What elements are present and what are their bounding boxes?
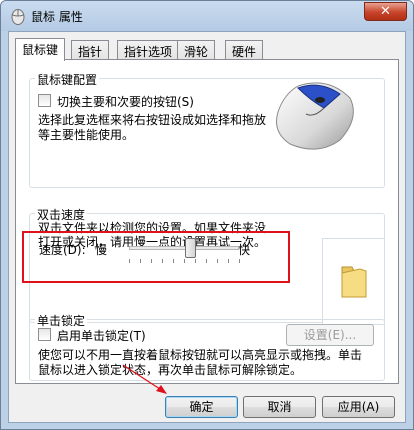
mouse-icon — [11, 9, 25, 25]
mouse-properties-window: 鼠标 属性 ✕ 鼠标键 指针 指针选项 滑轮 硬件 鼠标键配置 切换主要和次要的… — [0, 0, 414, 430]
slider-tick — [239, 259, 240, 263]
button-config-desc-2: 等主要性能使用。 — [38, 128, 135, 142]
tab-hardware[interactable]: 硬件 — [225, 40, 264, 60]
slider-tick — [129, 259, 130, 263]
fast-label: 快 — [238, 243, 251, 257]
switch-buttons-label[interactable]: 切换主要和次要的按钮(S) — [57, 93, 194, 110]
button-config-title: 鼠标键配置 — [35, 71, 100, 88]
slider-tick — [217, 259, 218, 263]
slider-tick — [151, 259, 152, 263]
speed-slider-thumb[interactable] — [184, 238, 196, 258]
close-button[interactable]: ✕ — [364, 2, 407, 21]
slider-tick — [162, 259, 163, 263]
click-lock-desc-1: 使您可以不用一直按着鼠标按钮就可以高亮显示或拖拽。单击 — [38, 348, 363, 362]
speed-label: 速度(D): — [39, 243, 86, 257]
test-folder-area[interactable] — [322, 238, 385, 325]
slider-tick — [228, 259, 229, 263]
button-config-desc-1: 选择此复选框来将右按钮设成如选择和拖放 — [38, 113, 267, 127]
tab-wheel[interactable]: 滑轮 — [177, 40, 216, 60]
tab-pointers[interactable]: 指针 — [71, 40, 110, 60]
folder-icon[interactable] — [338, 263, 370, 299]
tab-panel-buttons: 鼠标键配置 切换主要和次要的按钮(S) 选择此复选框来将右按钮设成如选择和拖放 … — [15, 59, 399, 384]
click-lock-label[interactable]: 启用单击锁定(T) — [57, 327, 146, 344]
cancel-button[interactable]: 取消 — [243, 396, 316, 418]
slider-tick — [184, 259, 185, 263]
tab-buttons[interactable]: 鼠标键 — [15, 38, 66, 61]
click-lock-checkbox[interactable] — [38, 328, 51, 341]
title-bar: 鼠标 属性 ✕ — [1, 1, 413, 31]
click-lock-settings-button[interactable]: 设置(E)... — [286, 324, 374, 346]
window-title: 鼠标 属性 — [31, 10, 83, 24]
annotation-arrow-icon — [122, 364, 167, 394]
mouse-illustration — [276, 82, 354, 150]
slider-tick — [206, 259, 207, 263]
tab-pointer-options[interactable]: 指针选项 — [117, 40, 180, 60]
slider-tick — [195, 259, 196, 263]
dialog-client: 鼠标键 指针 指针选项 滑轮 硬件 鼠标键配置 切换主要和次要的按钮(S) 选择… — [8, 31, 406, 423]
slider-tick — [173, 259, 174, 263]
slider-tick — [140, 259, 141, 263]
switch-buttons-checkbox[interactable] — [38, 94, 51, 107]
apply-button[interactable]: 应用(A) — [322, 396, 395, 418]
slow-label: 慢 — [95, 243, 108, 257]
